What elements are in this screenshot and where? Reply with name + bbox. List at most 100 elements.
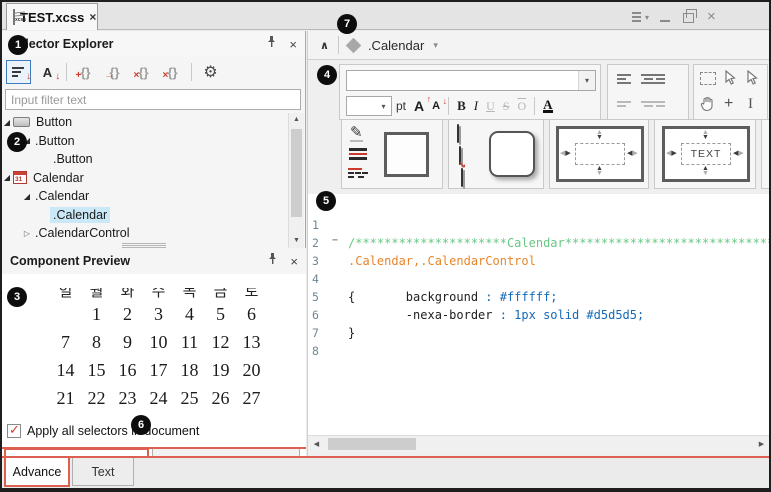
panel-close-icon[interactable]: × (290, 254, 298, 269)
arrow-up-down-top[interactable]: ▲▼ (596, 130, 603, 140)
decrease-font-button[interactable]: A↓ (432, 100, 440, 112)
pencil-edit-icon[interactable]: ✎ (350, 126, 363, 142)
sort-by-position-button[interactable]: ↓ (6, 60, 31, 84)
font-color-button[interactable]: A (543, 99, 552, 113)
tab-advance[interactable]: Advance (4, 458, 70, 487)
panel-close-icon[interactable]: × (289, 37, 297, 52)
calendar-day-cell[interactable]: 26 (205, 384, 236, 412)
css-code-editor[interactable]: 1 /*********************Calendar********… (308, 194, 770, 435)
calendar-day-cell[interactable]: 16 (112, 356, 143, 384)
expander-expanded-icon[interactable]: ◢ (2, 118, 12, 127)
arrow-left-right-right[interactable]: ◀▶ (733, 149, 744, 157)
arrow-up-down-bottom[interactable]: ▲▼ (596, 166, 603, 176)
calendar-day-cell[interactable]: 13 (236, 328, 267, 356)
tab-text[interactable]: Text (72, 458, 134, 486)
fold-collapse-icon[interactable]: − (332, 236, 343, 247)
selector-dropdown-icon[interactable]: ▾ (433, 40, 438, 51)
calendar-day-cell[interactable]: 22 (81, 384, 112, 412)
calendar-day-cell[interactable]: 6 (236, 300, 267, 328)
calendar-day-cell[interactable]: 15 (81, 356, 112, 384)
cursor-arrow-alt-icon[interactable] (746, 70, 758, 90)
calendar-day-cell[interactable]: 1 (81, 300, 112, 328)
combobox-dropdown-icon[interactable]: ▾ (578, 71, 595, 90)
tree-item-calendarcontrol[interactable]: ▷ .CalendarControl (2, 224, 288, 243)
combobox-dropdown-icon[interactable]: ▾ (376, 97, 391, 115)
calendar-day-cell[interactable]: 23 (112, 384, 143, 412)
calendar-day-cell[interactable]: 11 (174, 328, 205, 356)
pin-icon[interactable] (266, 35, 277, 53)
text-padding-editor-box[interactable]: TEXT ▲▼ ▲▼ ◀▶ ◀▶ (662, 126, 750, 182)
selector-filter-input[interactable] (5, 89, 301, 110)
scroll-right-icon[interactable]: ▶ (754, 437, 769, 452)
expander-expanded-icon[interactable]: ◢ (2, 173, 12, 182)
margin-editor-box[interactable]: ▲▼ ▲▼ ◀▶ ◀▶ (556, 126, 644, 182)
calendar-day-cell[interactable]: 10 (143, 328, 174, 356)
tree-item-dot-button[interactable]: ◢ .Button (2, 132, 288, 151)
radius-small-icon[interactable] (457, 124, 459, 143)
italic-button[interactable]: I (474, 98, 478, 114)
overline-button[interactable]: O (517, 99, 526, 114)
scroll-left-icon[interactable]: ◀ (309, 437, 324, 452)
delete-all-selectors-button[interactable]: {}× (160, 60, 185, 84)
sort-alphabetical-button[interactable]: A↓ (35, 60, 60, 84)
calendar-day-cell[interactable]: 12 (205, 328, 236, 356)
tree-item-button[interactable]: ◢ Button (2, 113, 288, 132)
calendar-day-cell[interactable]: 24 (143, 384, 174, 412)
arrow-up-down-top[interactable]: ▲▼ (702, 130, 709, 140)
collapse-chevron-up-icon[interactable]: ∧ (320, 39, 329, 52)
tree-vertical-scrollbar[interactable]: ▲ ▼ (288, 113, 304, 248)
bold-button[interactable]: B (457, 98, 466, 114)
calendar-day-cell[interactable]: 21 (50, 384, 81, 412)
pin-icon[interactable] (267, 252, 278, 270)
expander-expanded-icon[interactable]: ◢ (22, 192, 32, 201)
scrollbar-thumb[interactable] (328, 438, 416, 450)
scrollbar-thumb[interactable] (291, 129, 302, 217)
minimize-icon[interactable] (660, 20, 670, 22)
font-size-combobox[interactable]: ▾ (346, 96, 392, 116)
apply-selectors-checkbox-row[interactable]: ✓ Apply all selectors in document (7, 424, 199, 438)
restore-icon[interactable] (683, 13, 694, 23)
calendar-day-cell[interactable]: 5 (205, 300, 236, 328)
move-selector-button[interactable]: {}→ (102, 60, 127, 84)
scroll-up-icon[interactable]: ▲ (289, 113, 304, 127)
expander-collapsed-icon[interactable]: ▷ (22, 229, 32, 238)
radius-edit-icon[interactable]: ↘ (459, 146, 461, 165)
tree-item-dot-calendar[interactable]: ◢ .Calendar (2, 187, 288, 206)
border-preview-box[interactable] (384, 132, 429, 177)
font-family-combobox[interactable]: ▾ (346, 70, 596, 91)
tree-item-dot-button-child[interactable]: .Button (2, 150, 288, 169)
tree-item-calendar[interactable]: ◢ 31 Calendar (2, 169, 288, 188)
add-selector-button[interactable]: {}+ (73, 60, 98, 84)
calendar-day-cell[interactable]: 4 (174, 300, 205, 328)
document-tab[interactable]: xcss TEST.xcss × (6, 3, 98, 30)
radius-small-icon-2[interactable] (461, 168, 463, 187)
calendar-day-cell[interactable]: 25 (174, 384, 205, 412)
text-cursor-icon[interactable]: I (748, 96, 753, 113)
arrow-left-right-left[interactable]: ◀▶ (666, 149, 677, 157)
add-tool-icon[interactable]: + (724, 95, 733, 113)
calendar-day-cell[interactable] (50, 300, 81, 328)
cursor-arrow-icon[interactable] (724, 70, 736, 90)
calendar-day-cell[interactable]: 20 (236, 356, 267, 384)
code-horizontal-scrollbar[interactable]: ◀ ▶ (308, 435, 770, 452)
settings-button[interactable]: ⚙ (198, 60, 223, 84)
calendar-day-cell[interactable]: 2 (112, 300, 143, 328)
calendar-day-cell[interactable]: 3 (143, 300, 174, 328)
calendar-day-cell[interactable]: 8 (81, 328, 112, 356)
calendar-day-cell[interactable]: 27 (236, 384, 267, 412)
close-icon[interactable]: × (707, 10, 716, 24)
calendar-day-cell[interactable]: 9 (112, 328, 143, 356)
underline-button[interactable]: U (486, 99, 495, 114)
calendar-day-cell[interactable]: 17 (143, 356, 174, 384)
scroll-down-icon[interactable]: ▼ (289, 234, 304, 248)
marquee-select-icon[interactable] (700, 72, 716, 85)
arrow-left-right-right[interactable]: ◀▶ (627, 149, 638, 157)
calendar-day-cell[interactable]: 14 (50, 356, 81, 384)
arrow-left-right-left[interactable]: ◀▶ (560, 149, 571, 157)
calendar-day-cell[interactable]: 18 (174, 356, 205, 384)
calendar-day-cell[interactable]: 7 (50, 328, 81, 356)
delete-selector-button[interactable]: {}× (131, 60, 156, 84)
strikethrough-button[interactable]: S (503, 99, 510, 114)
calendar-day-cell[interactable]: 19 (205, 356, 236, 384)
arrow-up-down-bottom[interactable]: ▲▼ (702, 166, 709, 176)
